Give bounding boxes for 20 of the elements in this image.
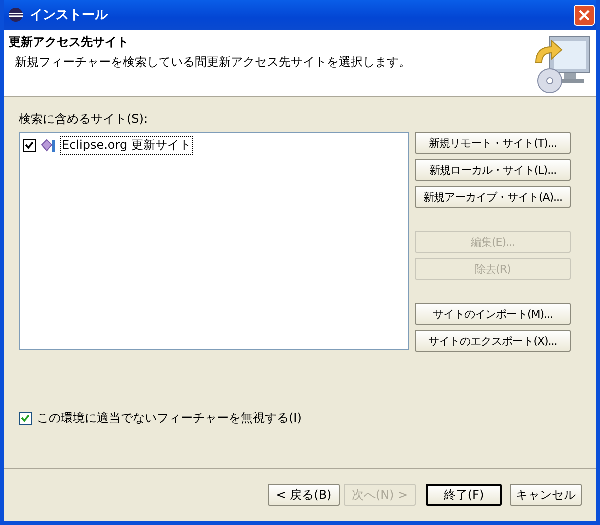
close-button[interactable]: [574, 4, 595, 26]
wizard-button[interactable]: 終了(F): [426, 484, 502, 506]
close-icon: [578, 8, 591, 22]
site-action-button[interactable]: サイトのエクスポート(X)...: [415, 330, 571, 352]
site-action-button[interactable]: サイトのインポート(M)...: [415, 303, 571, 325]
site-action-button[interactable]: 新規リモート・サイト(T)...: [415, 132, 571, 154]
wizard-button[interactable]: < 戻る(B): [268, 484, 340, 506]
site-action-button[interactable]: 新規アーカイブ・サイト(A)...: [415, 186, 571, 208]
site-action-button[interactable]: 新規ローカル・サイト(L)...: [415, 159, 571, 181]
sites-label: 検索に含めるサイト(S):: [19, 111, 150, 128]
page-title: 更新アクセス先サイト: [9, 34, 130, 51]
eclipse-icon: [8, 7, 24, 23]
site-checkbox[interactable]: [23, 139, 36, 152]
site-icon: [41, 138, 57, 154]
page-description: 新規フィーチャーを検索している間更新アクセス先サイトを選択します。: [15, 54, 411, 71]
window-title: インストール: [30, 7, 110, 24]
site-item[interactable]: Eclipse.org 更新サイト: [60, 136, 194, 155]
wizard-button[interactable]: キャンセル: [510, 484, 582, 506]
ignore-option-label: この環境に適当でないフィーチャーを無視する(I): [37, 410, 302, 427]
ignore-checkbox[interactable]: [19, 412, 32, 425]
